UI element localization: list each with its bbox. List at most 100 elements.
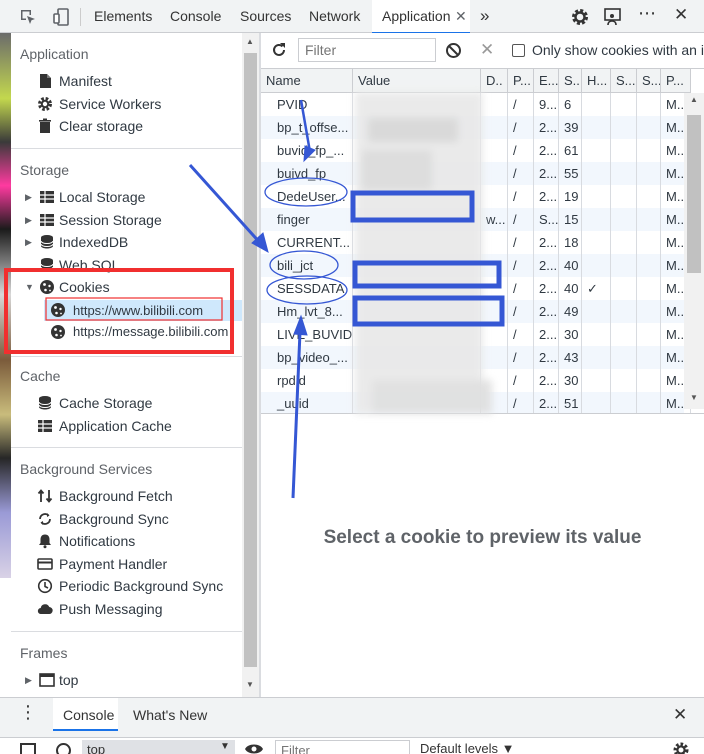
sidebar-item-label: Application Cache: [59, 418, 172, 434]
document-icon: [40, 74, 51, 88]
triangle-down-icon[interactable]: ▼: [25, 276, 34, 298]
sidebar-item-label: Push Messaging: [59, 601, 163, 617]
sidebar-item-label: https://www.bilibili.com: [73, 303, 204, 318]
inspect-icon[interactable]: [18, 7, 38, 27]
column-header[interactable]: E...: [534, 69, 559, 93]
drawer-tab-whats-new[interactable]: What's New: [133, 707, 207, 723]
tab-application[interactable]: Application ✕: [372, 0, 470, 34]
clear-all-icon[interactable]: [445, 42, 462, 59]
close-tab-icon[interactable]: ✕: [455, 0, 467, 33]
table-row[interactable]: finger w... / S... 15 M...: [261, 208, 691, 231]
column-header[interactable]: P...: [508, 69, 534, 93]
only-issues-checkbox[interactable]: [512, 44, 525, 57]
feedback-icon[interactable]: [603, 7, 623, 27]
sidebar-scrollbar[interactable]: ▲ ▼: [242, 33, 259, 697]
close-icon[interactable]: ✕: [674, 5, 688, 25]
table-cell: [611, 300, 637, 323]
scroll-up-icon[interactable]: ▲: [246, 37, 254, 46]
more-icon[interactable]: ⋯: [638, 3, 657, 24]
eye-icon[interactable]: [244, 742, 264, 754]
table-cell: [582, 231, 611, 254]
table-cell: /: [508, 185, 534, 208]
gear-icon[interactable]: [570, 7, 590, 27]
tab-network[interactable]: Network: [309, 0, 360, 33]
table-row[interactable]: CURRENT.../2... 18 M...: [261, 231, 691, 254]
tab-elements[interactable]: Elements: [94, 0, 152, 33]
table-cell: 61: [559, 139, 582, 162]
column-header[interactable]: H...: [582, 69, 611, 93]
tab-sources[interactable]: Sources: [240, 0, 291, 33]
table-cell: [611, 369, 637, 392]
scrollbar-thumb[interactable]: [687, 115, 701, 273]
table-scrollbar[interactable]: ▲ ▼: [684, 93, 704, 409]
table-row[interactable]: buivd_fp/2... 55 M...: [261, 162, 691, 185]
table-cell: 2...: [534, 346, 559, 369]
chevron-double-right-icon[interactable]: »: [480, 6, 489, 26]
log-levels-dropdown[interactable]: Default levels ▼: [420, 741, 515, 754]
context-selector[interactable]: top ▼: [82, 740, 235, 754]
sidebar-item-cookie-bilibili[interactable]: https://www.bilibili.com: [44, 300, 242, 321]
table-cell: [637, 254, 661, 277]
table-row[interactable]: buvid_fp_.../2... 61 M...: [261, 139, 691, 162]
table-row[interactable]: bp_video_.../2... 43 M...: [261, 346, 691, 369]
console-filter-input[interactable]: [275, 740, 410, 754]
table-cell: [353, 116, 481, 139]
sidebar-item-label: Web SQL: [59, 257, 120, 273]
scrollbar-thumb[interactable]: [244, 53, 257, 667]
column-header[interactable]: S...: [559, 69, 582, 93]
triangle-right-icon[interactable]: ▶: [25, 186, 32, 208]
only-issues-label[interactable]: Only show cookies with an iss: [532, 42, 704, 58]
console-drawer: ⋮ Console What's New ✕ top ▼ Default lev…: [0, 697, 704, 754]
table-cell: [481, 231, 508, 254]
table-row[interactable]: rpdid/2... 30 M...: [261, 369, 691, 392]
page-behind-edge: [0, 33, 11, 578]
sidebar-toggle-icon[interactable]: [20, 743, 36, 754]
table-cell: [611, 254, 637, 277]
sidebar-item-label: Periodic Background Sync: [59, 578, 224, 594]
drawer-tab-console[interactable]: Console: [53, 698, 118, 731]
table-row[interactable]: DedeUser.../2... 19 M...: [261, 185, 691, 208]
credit-card-icon: [37, 558, 53, 570]
table-cell: [481, 116, 508, 139]
table-row[interactable]: SESSDATA/2... 40 ✓ M...: [261, 277, 691, 300]
table-cell: [611, 93, 637, 116]
drawer-menu-icon[interactable]: ⋮: [19, 702, 37, 723]
tab-application-label: Application: [382, 8, 451, 24]
column-header[interactable]: S...: [637, 69, 661, 93]
column-header[interactable]: P...: [661, 69, 691, 93]
scroll-down-icon[interactable]: ▼: [246, 680, 254, 689]
table-cell: [353, 231, 481, 254]
column-header[interactable]: D..: [481, 69, 508, 93]
table-row[interactable]: bili_jct/2... 40 M...: [261, 254, 691, 277]
close-drawer-icon[interactable]: ✕: [673, 705, 687, 725]
table-cell: [353, 254, 481, 277]
divider: [11, 447, 242, 448]
device-toggle-icon[interactable]: [51, 7, 71, 27]
table-cell: [481, 185, 508, 208]
table-cell: [611, 323, 637, 346]
table-cell: [582, 369, 611, 392]
table-row[interactable]: PVID/9... 6 M...: [261, 93, 691, 116]
triangle-right-icon[interactable]: ▶: [25, 669, 32, 691]
column-header[interactable]: Value: [353, 69, 481, 93]
table-row[interactable]: _uuid/2... 51 M...: [261, 392, 691, 413]
scroll-down-icon[interactable]: ▼: [690, 393, 698, 402]
triangle-right-icon[interactable]: ▶: [25, 231, 32, 253]
tab-console[interactable]: Console: [170, 0, 221, 33]
cookie-filter-input[interactable]: [298, 38, 436, 62]
clear-console-icon[interactable]: [56, 743, 71, 754]
triangle-right-icon[interactable]: ▶: [25, 209, 32, 231]
table-row[interactable]: Hm_lvt_8.../2... 49 M...: [261, 300, 691, 323]
column-header[interactable]: Name: [261, 69, 353, 93]
cookie-icon: [51, 303, 65, 317]
gear-icon[interactable]: [672, 741, 690, 754]
table-cell: 49: [559, 300, 582, 323]
column-header[interactable]: S...: [611, 69, 637, 93]
table-row[interactable]: LIVE_BUVID/2... 30 M...: [261, 323, 691, 346]
delete-selected-icon[interactable]: ✕: [480, 40, 494, 60]
scroll-up-icon[interactable]: ▲: [690, 95, 698, 104]
table-cell: [353, 369, 481, 392]
refresh-icon[interactable]: [270, 41, 288, 59]
table-cell: /: [508, 208, 534, 231]
table-row[interactable]: bp_t_offse.../2... 39 M...: [261, 116, 691, 139]
